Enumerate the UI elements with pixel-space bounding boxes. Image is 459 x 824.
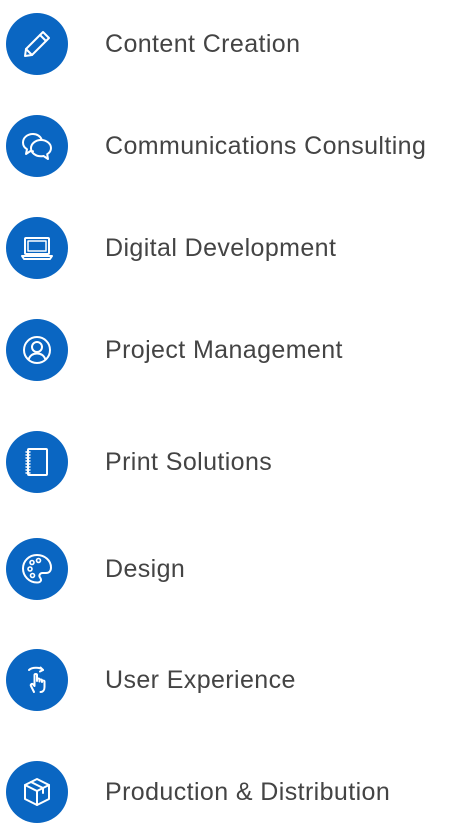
notebook-icon xyxy=(6,431,68,493)
service-label: Digital Development xyxy=(105,233,337,262)
service-item-content-creation[interactable]: Content Creation xyxy=(6,12,459,76)
service-label: Production & Distribution xyxy=(105,777,391,806)
service-label: Project Management xyxy=(105,335,343,364)
service-label: Print Solutions xyxy=(105,447,273,476)
palette-icon xyxy=(6,538,68,600)
services-list: Content Creation Communications Consulti… xyxy=(0,0,459,823)
service-label: Communications Consulting xyxy=(105,131,427,160)
tap-hand-icon xyxy=(6,649,68,711)
user-circle-icon xyxy=(6,319,68,381)
package-box-icon xyxy=(6,761,68,823)
pencil-icon xyxy=(6,13,68,75)
service-item-design[interactable]: Design xyxy=(6,537,459,601)
service-item-production-distribution[interactable]: Production & Distribution xyxy=(6,760,459,824)
service-item-print-solutions[interactable]: Print Solutions xyxy=(6,430,459,494)
service-label: Content Creation xyxy=(105,29,301,58)
laptop-icon xyxy=(6,217,68,279)
service-item-project-management[interactable]: Project Management xyxy=(6,318,459,382)
chat-bubbles-icon xyxy=(6,115,68,177)
service-item-digital-development[interactable]: Digital Development xyxy=(6,216,459,280)
service-label: Design xyxy=(105,554,186,583)
service-item-communications-consulting[interactable]: Communications Consulting xyxy=(6,114,459,178)
service-label: User Experience xyxy=(105,665,296,694)
service-item-user-experience[interactable]: User Experience xyxy=(6,648,459,712)
